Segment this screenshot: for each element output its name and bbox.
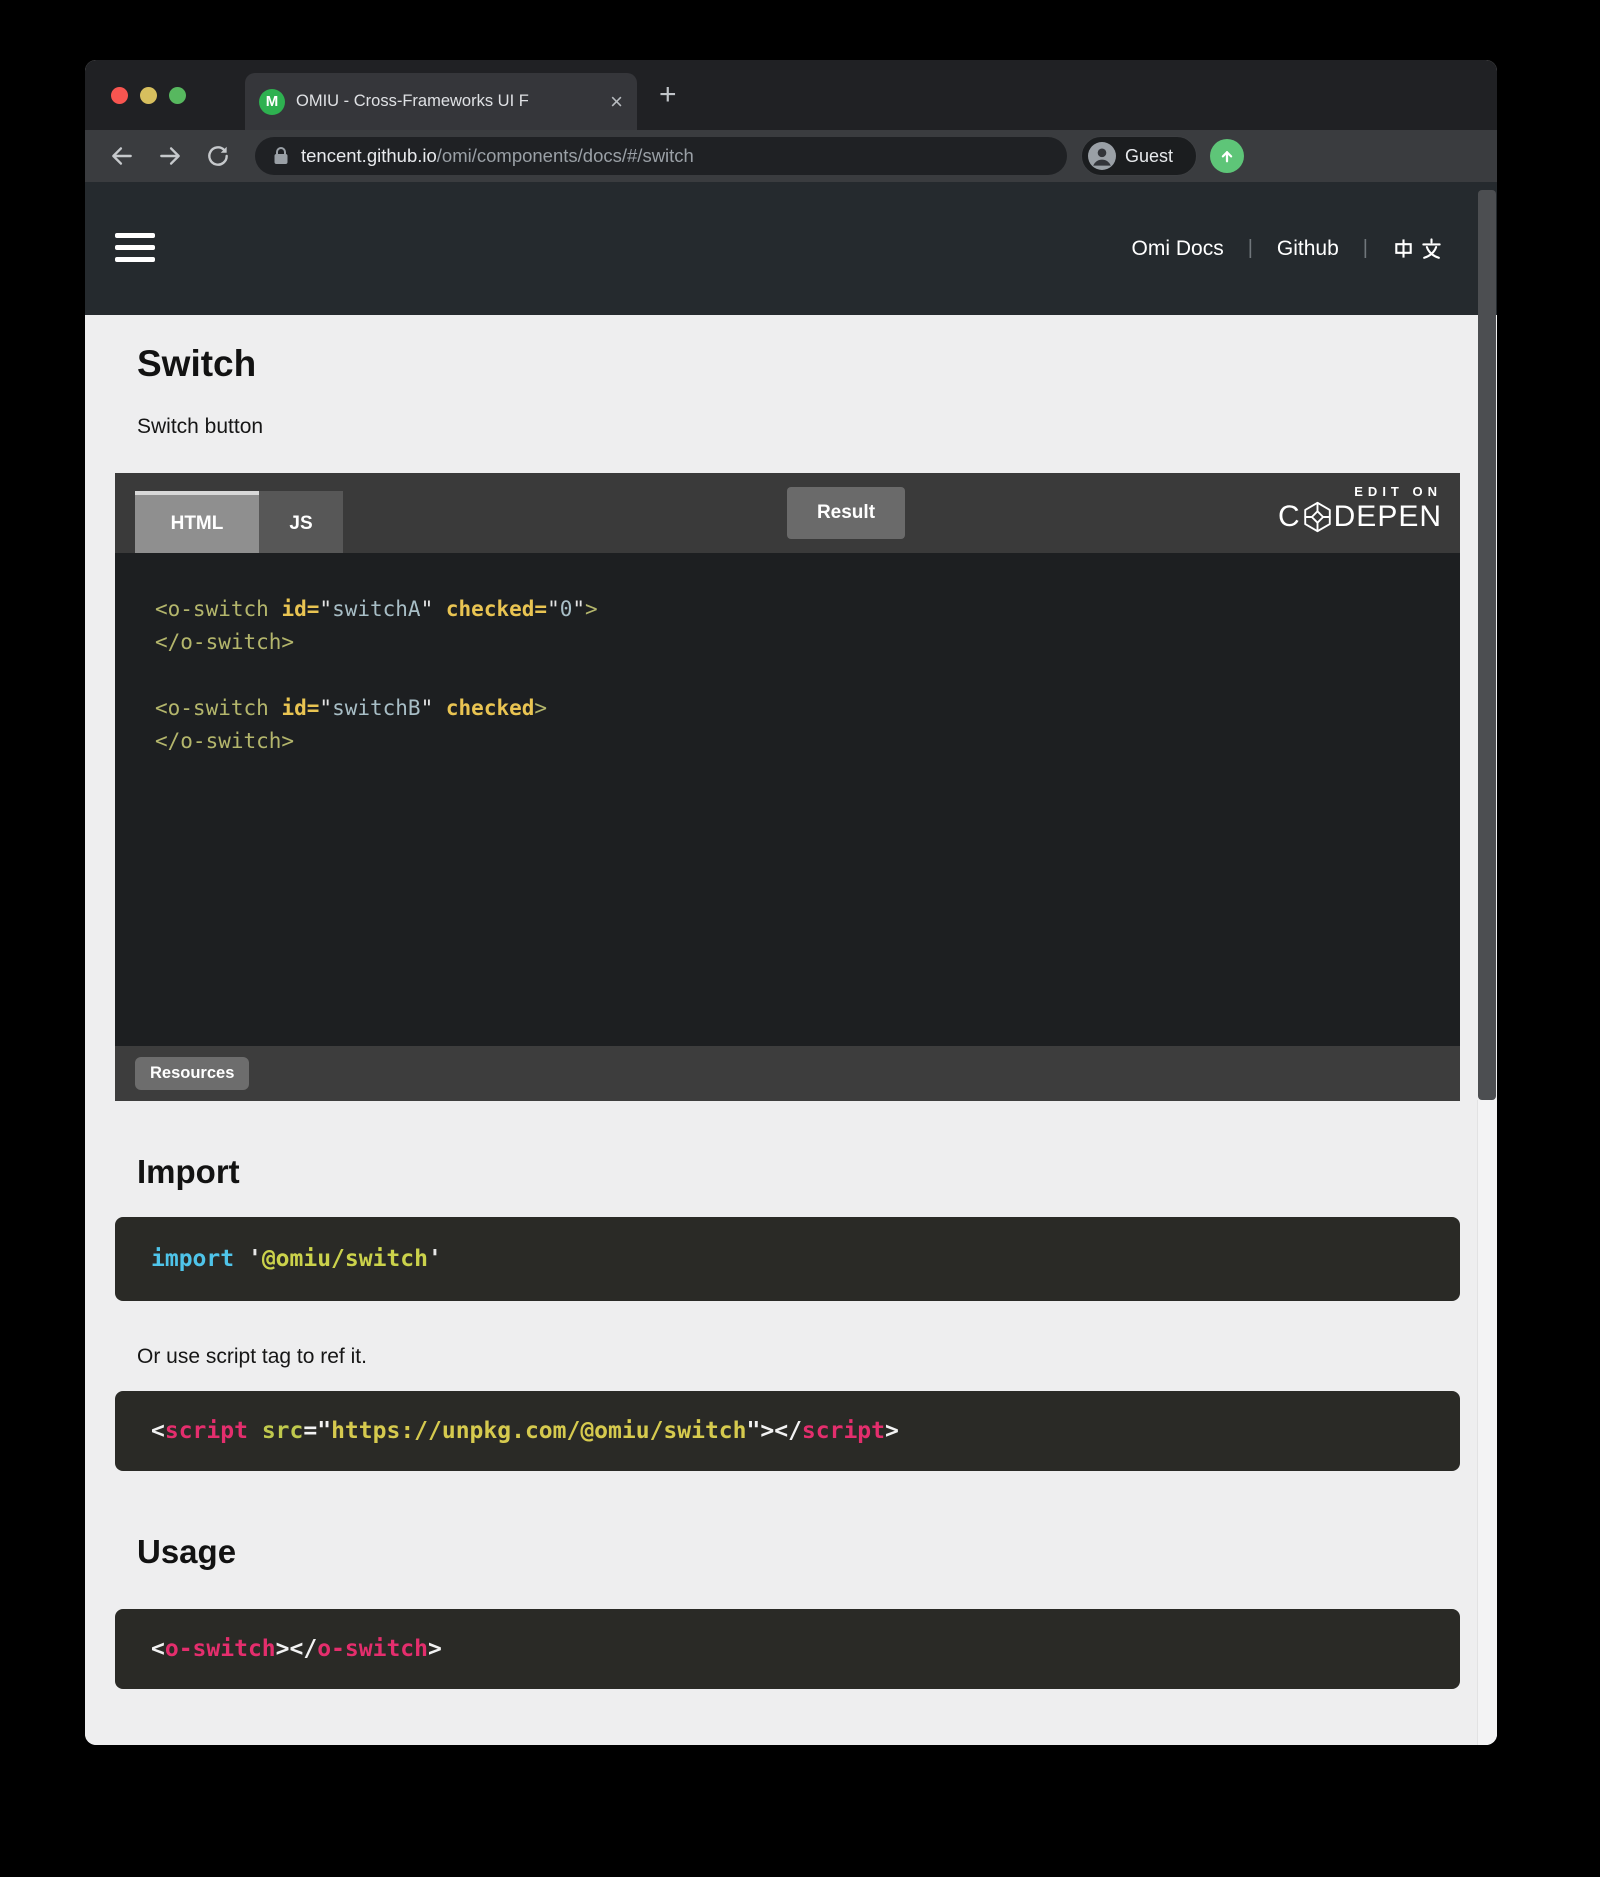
- reload-icon[interactable]: [205, 143, 231, 169]
- window-controls: [111, 87, 186, 104]
- edit-on-label: EDIT ON: [1278, 484, 1442, 499]
- codepen-brand-depen: DEPEN: [1334, 500, 1442, 534]
- resources-button[interactable]: Resources: [135, 1057, 249, 1090]
- close-window-button[interactable]: [111, 87, 128, 104]
- edit-on-codepen-link[interactable]: EDIT ON C DEPEN: [1278, 484, 1442, 534]
- browser-toolbar: tencent.github.io/omi/components/docs/#/…: [85, 130, 1497, 182]
- forward-icon[interactable]: [157, 143, 183, 169]
- tab-strip: M OMIU - Cross-Frameworks UI F × +: [85, 60, 1497, 130]
- url-path: /omi/components/docs/#/switch: [437, 145, 694, 166]
- nav-link-github[interactable]: Github: [1277, 237, 1339, 261]
- result-button[interactable]: Result: [787, 487, 905, 539]
- wen-glyph-icon: [1420, 237, 1443, 260]
- page-subtitle: Switch button: [137, 415, 1497, 439]
- script-code-block: <script src="https://unpkg.com/@omiu/swi…: [115, 1391, 1460, 1471]
- back-icon[interactable]: [109, 143, 135, 169]
- codepen-footer: Resources: [115, 1046, 1460, 1101]
- menu-bar: [115, 257, 155, 262]
- new-tab-button[interactable]: +: [659, 78, 677, 112]
- fullscreen-window-button[interactable]: [169, 87, 186, 104]
- tab-title: OMIU - Cross-Frameworks UI F: [296, 92, 606, 111]
- arrow-up-icon: [1218, 147, 1236, 165]
- profile-button[interactable]: Guest: [1081, 136, 1197, 176]
- tab-close-icon[interactable]: ×: [610, 92, 623, 112]
- codepen-brand: C DEPEN: [1278, 500, 1442, 534]
- lock-icon[interactable]: [273, 146, 289, 166]
- codepen-toolbar: HTML JS Result EDIT ON C DEPEN: [115, 473, 1460, 553]
- nav-separator: |: [1248, 237, 1253, 260]
- menu-bar: [115, 233, 155, 238]
- codepen-tabs: HTML JS: [135, 491, 343, 553]
- code-editor[interactable]: <o-switch id="switchA" checked="0"></o-s…: [115, 553, 1460, 1046]
- guest-avatar-icon: [1088, 142, 1116, 170]
- usage-code-block: <o-switch></o-switch>: [115, 1609, 1460, 1689]
- codepen-brand-c: C: [1278, 500, 1301, 534]
- codepen-logo-icon: [1302, 500, 1333, 534]
- page-content: Switch Switch button HTML JS Result EDIT…: [85, 315, 1497, 1745]
- omiu-favicon-icon: M: [259, 89, 285, 115]
- usage-heading: Usage: [137, 1533, 1497, 1571]
- minimize-window-button[interactable]: [140, 87, 157, 104]
- site-nav: Omi Docs | Github |: [1132, 182, 1443, 315]
- nav-link-omi-docs[interactable]: Omi Docs: [1132, 237, 1224, 261]
- url-host: tencent.github.io: [301, 145, 437, 166]
- codepen-embed: HTML JS Result EDIT ON C DEPEN: [115, 473, 1460, 1101]
- tab-html[interactable]: HTML: [135, 491, 259, 553]
- browser-update-button[interactable]: [1210, 139, 1244, 173]
- browser-window: M OMIU - Cross-Frameworks UI F × + tence…: [85, 60, 1497, 1745]
- nav-separator: |: [1363, 237, 1368, 260]
- scrollbar-track[interactable]: [1477, 1100, 1497, 1745]
- url-text: tencent.github.io/omi/components/docs/#/…: [301, 145, 694, 167]
- tab-title-fade: [563, 73, 605, 130]
- tab-js[interactable]: JS: [259, 491, 343, 553]
- address-bar[interactable]: tencent.github.io/omi/components/docs/#/…: [255, 137, 1067, 175]
- menu-bar: [115, 245, 155, 250]
- import-code-block: import '@omiu/switch': [115, 1217, 1460, 1301]
- site-header: Omi Docs | Github |: [85, 182, 1497, 315]
- page-title: Switch: [137, 343, 1497, 385]
- profile-label: Guest: [1125, 146, 1173, 167]
- scrollbar-thumb[interactable]: [1478, 190, 1496, 1100]
- zhong-glyph-icon: [1392, 237, 1415, 260]
- import-heading: Import: [137, 1153, 1497, 1191]
- browser-tab[interactable]: M OMIU - Cross-Frameworks UI F ×: [245, 73, 637, 130]
- script-note: Or use script tag to ref it.: [137, 1345, 1497, 1369]
- nav-link-chinese[interactable]: [1392, 237, 1443, 260]
- menu-icon[interactable]: [115, 233, 155, 269]
